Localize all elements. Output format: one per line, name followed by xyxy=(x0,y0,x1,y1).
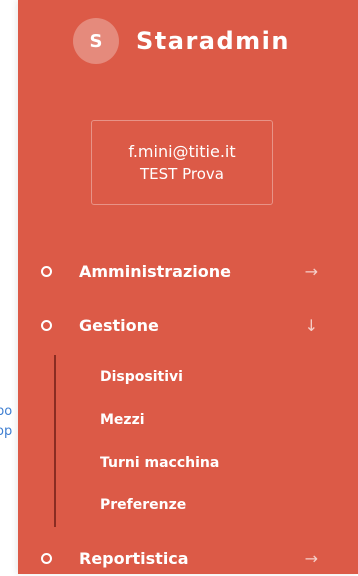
nav-item-amministrazione[interactable]: Amministrazione → xyxy=(18,253,358,289)
brand-name: Staradmin xyxy=(136,27,290,55)
arrow-right-icon: → xyxy=(304,548,318,568)
brand-logo: S xyxy=(73,18,119,64)
brand[interactable]: S Staradmin xyxy=(73,18,290,64)
nav-item-gestione[interactable]: Gestione ↓ xyxy=(18,307,358,343)
arrow-down-icon: ↓ xyxy=(304,315,318,335)
circle-bullet-icon xyxy=(41,319,52,331)
nav-item-label: Amministrazione xyxy=(79,261,231,281)
circle-bullet-icon xyxy=(41,265,52,277)
nav-item-label: Gestione xyxy=(79,315,159,335)
sidebar: S Staradmin f.mini@titie.it TEST Prova A… xyxy=(18,0,358,574)
circle-bullet-icon xyxy=(41,552,52,564)
submenu-item-preferenze[interactable]: Preferenze xyxy=(100,497,186,513)
background-text-line-1: po xyxy=(0,404,13,419)
submenu-item-turni-macchina[interactable]: Turni macchina xyxy=(100,455,219,471)
user-profile-box: f.mini@titie.it TEST Prova xyxy=(91,120,273,205)
nav-item-label: Reportistica xyxy=(79,548,189,568)
arrow-right-icon: → xyxy=(304,261,318,281)
background-text-line-2: op xyxy=(0,424,13,439)
nav-item-reportistica[interactable]: Reportistica → xyxy=(18,540,358,576)
user-name: TEST Prova xyxy=(140,164,224,183)
user-email: f.mini@titie.it xyxy=(128,141,236,161)
submenu-item-mezzi[interactable]: Mezzi xyxy=(100,412,145,428)
submenu-line xyxy=(54,355,56,527)
submenu-item-dispositivi[interactable]: Dispositivi xyxy=(100,369,183,385)
